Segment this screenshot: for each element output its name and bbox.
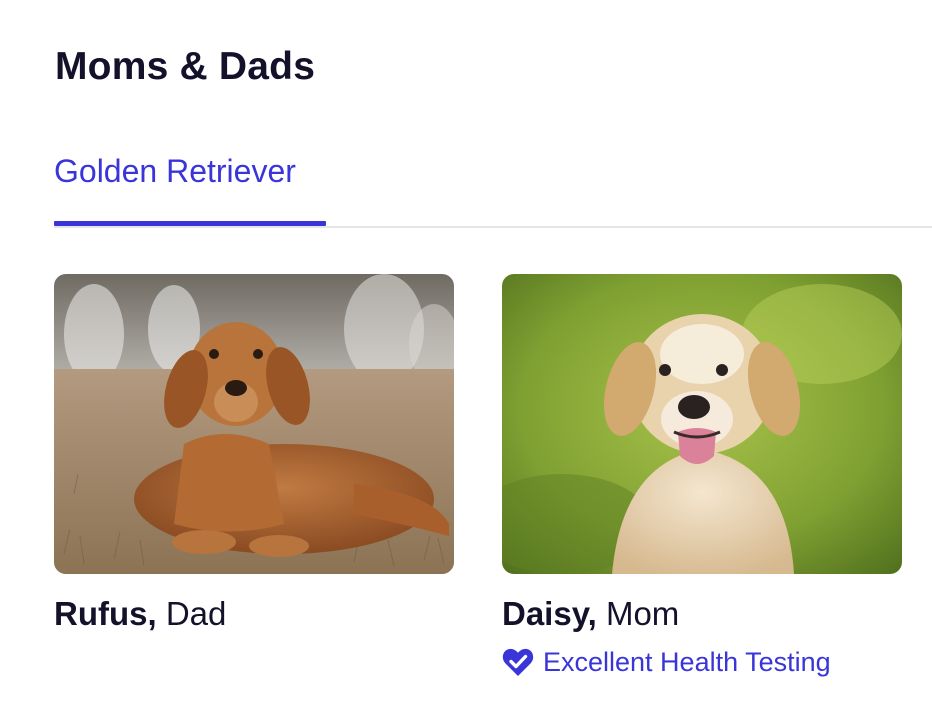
parent-photo-daisy[interactable] <box>502 274 902 574</box>
moms-and-dads-section: Moms & Dads Golden Retriever Rufus, Dad … <box>0 0 932 716</box>
parent-role: Mom <box>605 595 680 632</box>
heart-check-icon <box>502 647 534 677</box>
parent-name: Rufus, <box>54 595 157 632</box>
parent-card-daisy: Daisy, Mom Excellent Health Testing <box>502 274 902 680</box>
parent-name: Daisy, <box>502 595 597 632</box>
parent-name-line: Daisy, Mom <box>502 594 902 634</box>
parent-card-rufus: Rufus, Dad <box>54 274 454 634</box>
parent-name-line: Rufus, Dad <box>54 594 454 634</box>
parent-photo-rufus[interactable] <box>54 274 454 574</box>
breed-tabs: Golden Retriever <box>54 140 932 228</box>
parent-role: Dad <box>165 595 227 632</box>
health-testing-badge[interactable]: Excellent Health Testing <box>502 644 902 680</box>
tab-label: Golden Retriever <box>54 153 296 189</box>
active-tab-indicator <box>54 221 326 226</box>
section-title: Moms & Dads <box>55 45 316 88</box>
health-testing-label: Excellent Health Testing <box>543 647 831 677</box>
tab-golden-retriever[interactable]: Golden Retriever <box>54 140 326 226</box>
